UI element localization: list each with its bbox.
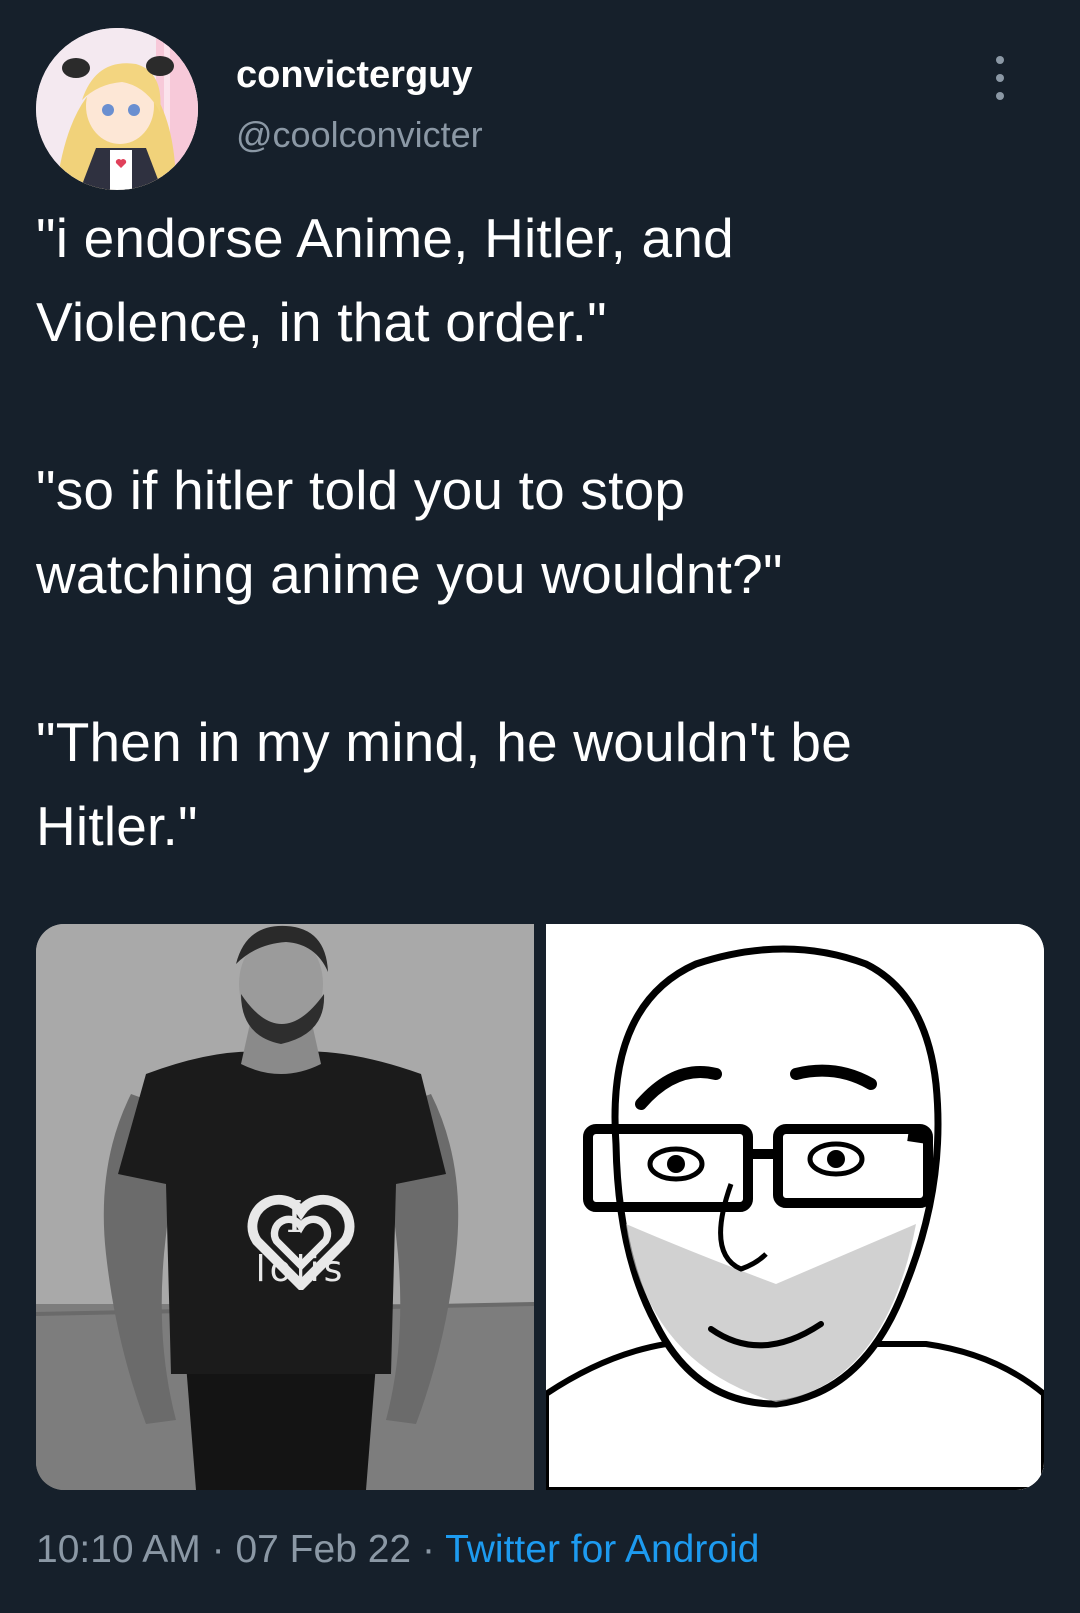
- avatar[interactable]: [36, 28, 198, 190]
- tweet-media: I lolis: [36, 924, 1044, 1490]
- dot: [996, 92, 1004, 100]
- tweet-date[interactable]: 07 Feb 22: [235, 1528, 411, 1571]
- media-image-left[interactable]: I lolis: [36, 924, 534, 1490]
- footer-separator: ·: [421, 1528, 435, 1571]
- tweet-header: convicterguy @coolconvicter: [36, 28, 1044, 190]
- tweet-source-link[interactable]: Twitter for Android: [445, 1528, 759, 1571]
- tweet-text: "i endorse Anime, Hitler, and Violence, …: [36, 207, 853, 857]
- user-handle[interactable]: @coolconvicter: [236, 112, 483, 158]
- dot: [996, 74, 1004, 82]
- tweet-footer: 10:10 AM · 07 Feb 22 · Twitter for Andro…: [36, 1528, 759, 1572]
- footer-separator: ·: [211, 1528, 225, 1571]
- avatar-illustration: [36, 28, 198, 190]
- dot: [996, 56, 1004, 64]
- more-options-icon[interactable]: [980, 56, 1020, 100]
- display-name[interactable]: convicterguy: [236, 52, 483, 98]
- shirt-print: I lolis: [241, 1192, 361, 1290]
- media-image-right[interactable]: [546, 924, 1044, 1490]
- user-names: convicterguy @coolconvicter: [236, 52, 483, 158]
- tweet-time[interactable]: 10:10 AM: [36, 1528, 201, 1571]
- wojak-glasses-illustration: [546, 924, 1044, 1490]
